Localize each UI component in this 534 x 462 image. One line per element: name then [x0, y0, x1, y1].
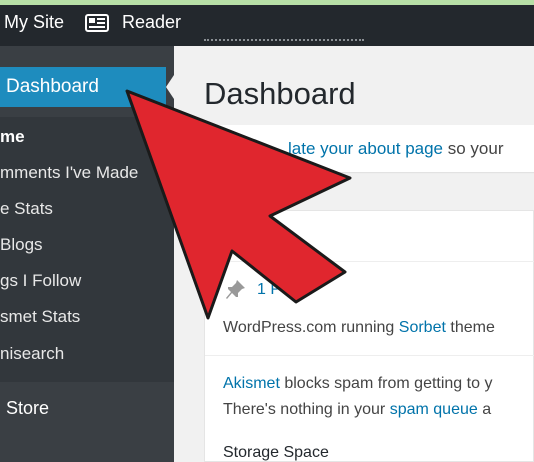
spam-suffix: a: [477, 401, 492, 418]
submenu-item-blogs[interactable]: Blogs: [0, 235, 43, 255]
theme-link[interactable]: Sorbet: [399, 319, 446, 336]
posts-count-link[interactable]: 1 Po: [257, 281, 290, 299]
spam-prefix: There's nothing in your: [223, 401, 390, 418]
pushpin-icon: [226, 280, 245, 299]
submenu-item-stats[interactable]: e Stats: [0, 199, 53, 219]
box-divider: [205, 355, 534, 356]
active-indicator: [166, 75, 174, 99]
my-site-link[interactable]: My Site: [4, 12, 64, 33]
akismet-text: blocks spam from getting to y: [279, 375, 493, 392]
at-a-glance-box: e 1 Po WordPress.com running Sorbet them…: [204, 210, 534, 462]
page-title: Dashboard: [204, 76, 356, 111]
akismet-info: Akismet blocks spam from getting to y: [223, 375, 492, 393]
admin-bar-divider: [204, 39, 364, 41]
notice-banner: late your about page so your: [204, 125, 534, 172]
admin-sidebar: Dashboard me mments I've Made e Stats Bl…: [0, 46, 174, 462]
storage-space-heading: Storage Space: [223, 444, 329, 461]
notice-text: late your about page so your: [288, 139, 504, 159]
spam-queue-link[interactable]: spam queue: [390, 401, 478, 418]
spam-queue-info: There's nothing in your spam queue a: [223, 401, 491, 419]
theme-info: WordPress.com running Sorbet theme: [223, 319, 495, 337]
admin-bar: My Site Reader: [0, 0, 534, 46]
box-title: e: [285, 227, 295, 246]
submenu-item-home[interactable]: me: [0, 127, 25, 147]
sidebar-item-store[interactable]: Store: [6, 398, 49, 419]
box-header: e: [205, 211, 534, 262]
reader-icon[interactable]: [85, 14, 109, 32]
main-content: Dashboard late your about page so your e…: [174, 46, 534, 462]
submenu-item-omnisearch[interactable]: nisearch: [0, 344, 64, 364]
submenu-item-blogs-i-follow[interactable]: gs I Follow: [0, 271, 81, 291]
notice-link[interactable]: late your about page: [288, 139, 443, 158]
dashboard-submenu: me mments I've Made e Stats Blogs gs I F…: [0, 117, 174, 382]
reader-link[interactable]: Reader: [122, 12, 181, 33]
running-text: WordPress.com running: [223, 319, 399, 336]
submenu-item-akismet-stats[interactable]: smet Stats: [0, 307, 80, 327]
sidebar-item-dashboard[interactable]: Dashboard: [0, 67, 166, 107]
notice-suffix: so your: [443, 139, 504, 158]
akismet-link[interactable]: Akismet: [223, 375, 280, 392]
submenu-item-comments[interactable]: mments I've Made: [0, 163, 138, 183]
theme-suffix: theme: [445, 319, 495, 336]
